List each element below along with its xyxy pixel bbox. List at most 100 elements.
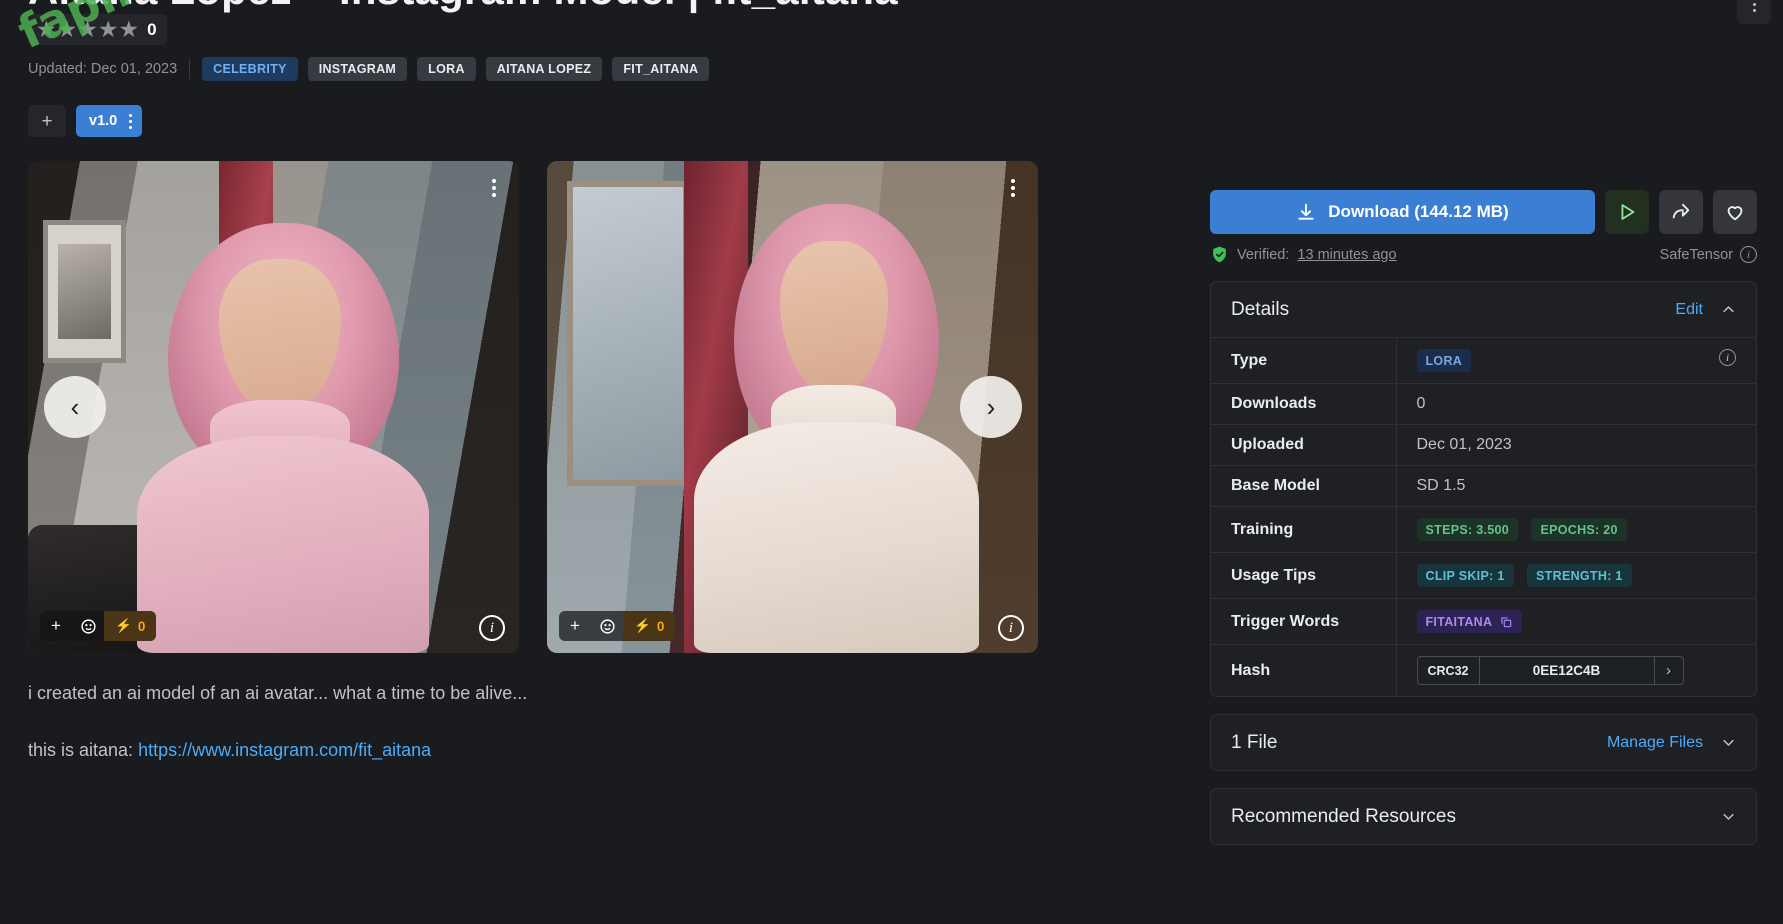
download-row: Download (144.12 MB): [1210, 190, 1757, 234]
table-row-base-model: Base Model SD 1.5: [1211, 465, 1756, 507]
gallery-next-button[interactable]: ›: [960, 376, 1022, 438]
add-to-collection-button-2[interactable]: +: [559, 611, 591, 641]
download-button[interactable]: Download (144.12 MB): [1210, 190, 1595, 234]
add-to-collection-button-1[interactable]: +: [40, 611, 72, 641]
row-value-hash: CRC32 0EE12C4B ›: [1396, 645, 1756, 697]
manage-files-link[interactable]: Manage Files: [1607, 734, 1703, 752]
edit-details-link[interactable]: Edit: [1675, 301, 1703, 319]
description-line-2: this is aitana: https://www.instagram.co…: [28, 737, 1038, 765]
emoji-reaction-button-2[interactable]: [591, 611, 623, 641]
lightning-icon: ⚡: [115, 618, 132, 633]
gallery-image-2[interactable]: › + ⚡ 0 i: [547, 161, 1038, 653]
table-row-uploaded: Uploaded Dec 01, 2023: [1211, 424, 1756, 466]
table-row-usage-tips: Usage Tips CLIP SKIP: 1 STRENGTH: 1: [1211, 552, 1756, 599]
badge-type-lora[interactable]: LORA: [1416, 349, 1472, 372]
emoji-reaction-button-1[interactable]: [72, 611, 104, 641]
verified-timestamp[interactable]: 13 minutes ago: [1297, 247, 1396, 263]
more-vertical-icon: [1011, 179, 1015, 197]
row-key-hash: Hash: [1211, 644, 1397, 696]
table-row-type: Type LORA i: [1211, 337, 1756, 384]
download-icon: [1298, 203, 1314, 220]
favorite-button[interactable]: [1713, 190, 1757, 234]
row-value-uploaded: Dec 01, 2023: [1416, 436, 1512, 453]
rating-count: 0: [147, 19, 157, 39]
reaction-count-value-2: 0: [656, 618, 665, 634]
row-key-downloads: Downloads: [1211, 383, 1397, 425]
row-key-base-model: Base Model: [1211, 465, 1397, 507]
row-value-trigger-words: FITAITANA: [1396, 599, 1756, 645]
add-version-button[interactable]: +: [28, 105, 66, 137]
instagram-link[interactable]: https://www.instagram.com/fit_aitana: [138, 740, 431, 760]
hash-expand-button[interactable]: ›: [1655, 657, 1683, 684]
tag-aitana-lopez[interactable]: AITANA LOPEZ: [485, 57, 603, 81]
right-sidebar: Download (144.12 MB) Verified: 13 minute…: [1210, 190, 1757, 845]
details-card: Details Edit Type LORA i Downloads 0 Upl…: [1210, 281, 1757, 697]
download-label: Download (144.12 MB): [1328, 202, 1509, 221]
chevron-down-icon[interactable]: [1721, 735, 1736, 750]
row-key-training: Training: [1211, 506, 1397, 553]
chevron-down-icon[interactable]: [1721, 809, 1736, 824]
files-card-header[interactable]: 1 File Manage Files: [1211, 715, 1756, 770]
row-value-downloads: 0: [1416, 395, 1426, 412]
description-line-2-prefix: this is aitana:: [28, 739, 139, 760]
more-vertical-icon: [1752, 0, 1756, 12]
reaction-count-1[interactable]: ⚡ 0: [104, 611, 157, 641]
table-row-downloads: Downloads 0: [1211, 383, 1756, 425]
run-model-button[interactable]: [1605, 190, 1649, 234]
row-value-usage-tips: CLIP SKIP: 1 STRENGTH: 1: [1396, 553, 1756, 599]
table-row-training: Training STEPS: 3.500 EPOCHS: 20: [1211, 506, 1756, 553]
lightning-icon: ⚡: [634, 618, 651, 633]
chevron-up-icon[interactable]: [1721, 302, 1736, 317]
share-icon: [1672, 203, 1690, 219]
hash-value[interactable]: 0EE12C4B: [1480, 657, 1655, 684]
table-row-hash: Hash CRC32 0EE12C4B ›: [1211, 644, 1756, 697]
trigger-word-label: FITAITANA: [1425, 614, 1493, 629]
row-key-type: Type: [1211, 337, 1397, 384]
tag-instagram[interactable]: INSTAGRAM: [307, 57, 408, 81]
tag-celebrity[interactable]: CELEBRITY: [202, 57, 298, 81]
heart-icon: [1727, 206, 1743, 221]
image-options-button-2[interactable]: [1000, 173, 1026, 203]
page-options-button[interactable]: [1737, 0, 1771, 24]
verified-row: Verified: 13 minutes ago SafeTensor i: [1210, 245, 1757, 264]
badge-trigger-word[interactable]: FITAITANA: [1416, 610, 1523, 633]
version-label: v1.0: [89, 113, 118, 129]
tag-fit-aitana[interactable]: FIT_AITANA: [612, 57, 710, 81]
image-actions-1: + ⚡ 0: [40, 611, 157, 641]
tag-lora[interactable]: LORA: [417, 57, 476, 81]
hash-algo-label: CRC32: [1418, 657, 1480, 684]
image-info-button-1[interactable]: i: [479, 615, 505, 641]
description-line-1: i created an ai model of an ai avatar...…: [28, 683, 528, 703]
rating-badge[interactable]: ★★★★★ 0: [28, 14, 167, 45]
recommended-resources-title: Recommended Resources: [1231, 805, 1456, 827]
badge-clip-skip: CLIP SKIP: 1: [1416, 564, 1514, 587]
version-menu-icon[interactable]: [129, 113, 133, 129]
verified-label: Verified:: [1237, 246, 1290, 263]
image-options-button-1[interactable]: [481, 173, 507, 203]
shield-check-icon: [1213, 246, 1226, 263]
hash-box: CRC32 0EE12C4B ›: [1416, 656, 1684, 685]
badge-training-steps: STEPS: 3.500: [1416, 518, 1519, 541]
recommended-resources-header[interactable]: Recommended Resources: [1211, 789, 1756, 844]
rating-row: ★★★★★ 0: [28, 14, 1038, 45]
copy-icon[interactable]: [1499, 615, 1513, 629]
files-count-label: 1 File: [1231, 731, 1278, 753]
info-icon[interactable]: i: [1740, 246, 1757, 263]
left-column: ★★★★★ 0 Updated: Dec 01, 2023 CELEBRITY …: [28, 14, 1038, 765]
more-vertical-icon: [492, 179, 496, 197]
type-info-icon[interactable]: i: [1719, 349, 1736, 366]
meta-row: Updated: Dec 01, 2023 CELEBRITY INSTAGRA…: [28, 57, 1038, 81]
version-row: + v1.0: [28, 105, 1038, 137]
share-button[interactable]: [1659, 190, 1703, 234]
gallery-image-1[interactable]: ‹ + ⚡ 0 i: [28, 161, 519, 653]
badge-strength: STRENGTH: 1: [1527, 564, 1632, 587]
page-title: Aitana Lopez – Instagram Model | fit_ait…: [28, 0, 898, 14]
play-icon: [1621, 204, 1635, 220]
gallery-prev-button[interactable]: ‹: [44, 376, 106, 438]
version-chip-v1[interactable]: v1.0: [76, 105, 143, 137]
image-info-button-2[interactable]: i: [998, 615, 1024, 641]
row-key-usage-tips: Usage Tips: [1211, 552, 1397, 599]
row-value-base-model: SD 1.5: [1416, 477, 1466, 494]
reaction-count-2[interactable]: ⚡ 0: [623, 611, 676, 641]
safetensor-indicator: SafeTensor i: [1660, 246, 1757, 263]
